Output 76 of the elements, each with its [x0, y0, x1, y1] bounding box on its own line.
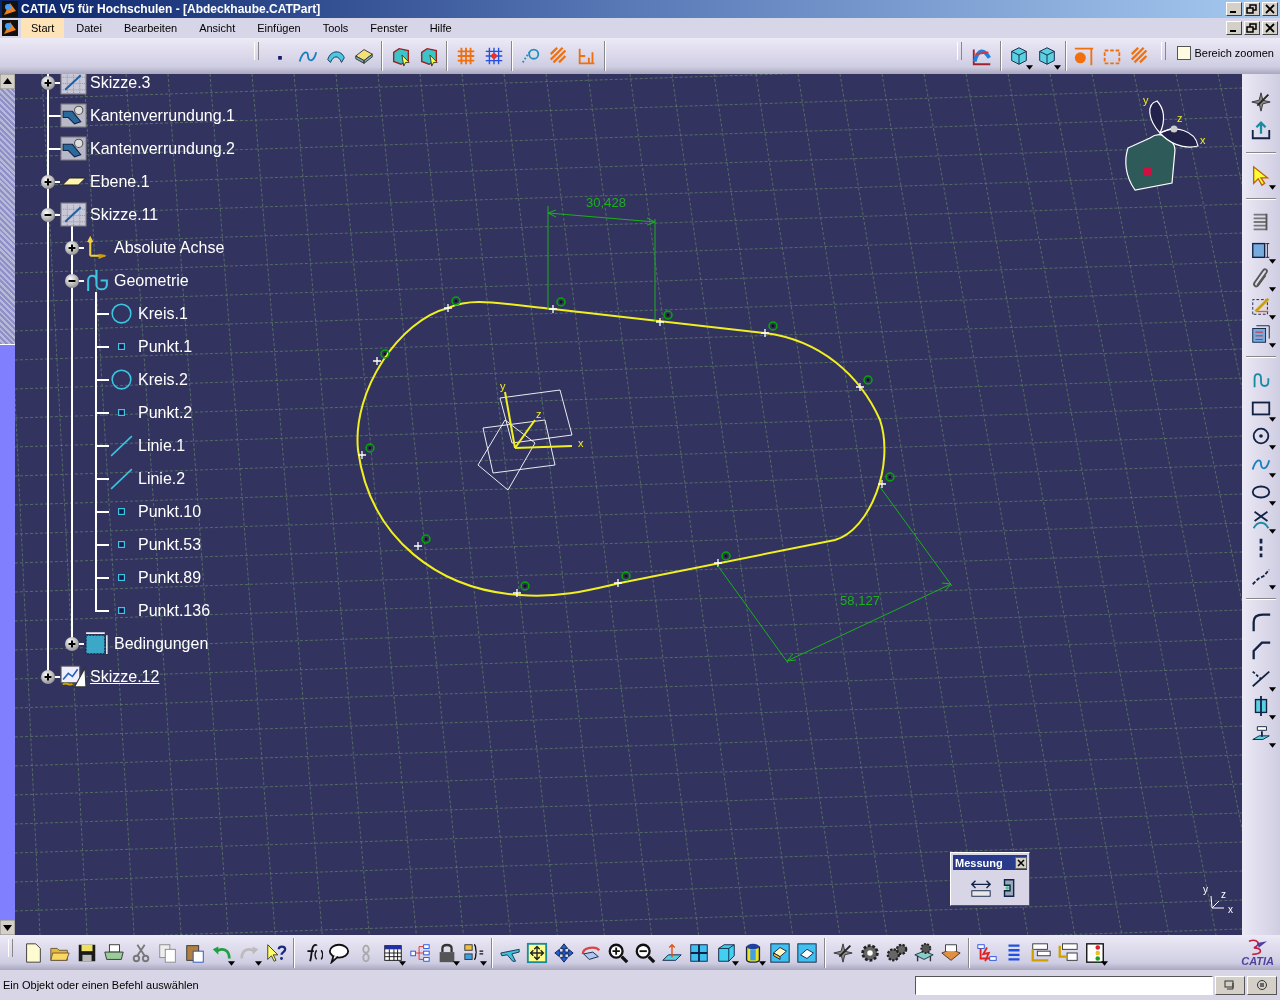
tree-item[interactable]: Geometrie	[114, 271, 189, 290]
command-input[interactable]	[915, 975, 1213, 995]
sketch-icon	[60, 74, 87, 95]
tree-item[interactable]: Skizze.3	[90, 74, 151, 92]
tree-item[interactable]: Kantenverrundung.1	[90, 106, 235, 125]
app-logo-icon	[2, 1, 18, 17]
fillet-icon	[60, 103, 87, 128]
window-icon[interactable]	[1215, 975, 1245, 995]
axis-label: y	[1203, 884, 1208, 895]
plane-icon	[60, 177, 87, 186]
menu-item[interactable]: Bearbeiten	[113, 18, 188, 38]
tree-item[interactable]: Kreis.2	[138, 370, 188, 389]
scrollbar[interactable]	[0, 74, 15, 935]
tree-item[interactable]: Linie.2	[138, 469, 186, 488]
fillet-icon	[60, 136, 87, 161]
axis-label: z	[1177, 112, 1183, 124]
menu-item[interactable]: Tools	[312, 18, 359, 38]
checkbox[interactable]	[1176, 46, 1191, 60]
geometry-icon	[84, 268, 111, 293]
status-message: Ein Objekt oder einen Befehl auswählen	[3, 979, 199, 991]
point-icon	[118, 343, 125, 350]
constraint-icon	[84, 631, 111, 656]
tree-item[interactable]: Ebene.1	[90, 172, 150, 191]
toolbar-title: Messung	[955, 856, 1003, 869]
axis-label: x	[578, 437, 584, 449]
brand-name: CATIA	[1241, 956, 1274, 967]
point-icon	[118, 574, 125, 581]
document-icon	[2, 20, 18, 36]
tree-item[interactable]: Punkt.89	[138, 568, 202, 587]
compass-drawing[interactable]	[1125, 100, 1199, 191]
circle-icon	[108, 301, 135, 326]
dimension-value[interactable]: 58,127	[840, 593, 880, 608]
circle-icon	[108, 367, 135, 392]
point-icon	[118, 508, 125, 515]
menu-item[interactable]: Ansicht	[189, 18, 246, 38]
tree-item[interactable]: Skizze.11	[90, 205, 159, 224]
tree-item[interactable]: Kreis.1	[138, 304, 188, 323]
menu-item[interactable]: Einfügen	[247, 18, 311, 38]
minimize-icon[interactable]	[1226, 2, 1242, 16]
checkbox-label: Bereich zoomen	[1194, 47, 1274, 59]
line-icon	[108, 466, 135, 491]
minimize-icon[interactable]	[1226, 21, 1242, 35]
sketch-icon	[60, 202, 87, 227]
window-title: CATIA V5 für Hochschulen - [Abdeckhaube.CATPart]	[21, 2, 321, 16]
tree-item[interactable]: Skizze.12	[90, 667, 160, 686]
restore-icon[interactable]	[1244, 21, 1260, 35]
tree-item[interactable]: Absolute Achse	[114, 238, 225, 257]
point-icon	[118, 541, 125, 548]
dimension-value[interactable]: 30,428	[586, 195, 626, 210]
calculator-icon[interactable]	[1247, 975, 1277, 995]
axis-label: z	[536, 408, 542, 420]
restore-icon[interactable]	[1244, 2, 1260, 16]
scroll-down-icon[interactable]	[0, 920, 15, 935]
tree-item[interactable]: Kantenverrundung.2	[90, 139, 235, 158]
tree-item[interactable]: Linie.1	[138, 436, 186, 455]
tree-item[interactable]: Punkt.1	[138, 337, 193, 356]
axis-label: x	[1200, 134, 1206, 146]
menu-item[interactable]: Start	[21, 18, 65, 38]
line-icon	[108, 433, 135, 458]
close-icon[interactable]	[1015, 856, 1027, 869]
menu-item[interactable]: Hilfe	[419, 18, 462, 38]
scroll-thumb[interactable]	[0, 89, 15, 345]
point-icon	[118, 409, 125, 416]
menu-item[interactable]: Datei	[66, 18, 112, 38]
tree-item[interactable]: Punkt.136	[138, 601, 211, 620]
tree-item[interactable]: Punkt.2	[138, 403, 193, 422]
menu-item[interactable]: Fenster	[360, 18, 418, 38]
axis-label: z	[1221, 889, 1226, 900]
scroll-up-icon[interactable]	[0, 74, 15, 89]
axis-label: y	[1143, 94, 1149, 106]
tree-item[interactable]: Punkt.53	[138, 535, 202, 554]
axis-label: y	[500, 380, 506, 392]
tree-item[interactable]: Bedingungen	[114, 634, 209, 653]
tree-item[interactable]: Punkt.10	[138, 502, 202, 521]
axis-label: x	[1228, 904, 1233, 915]
point-icon	[118, 607, 125, 614]
